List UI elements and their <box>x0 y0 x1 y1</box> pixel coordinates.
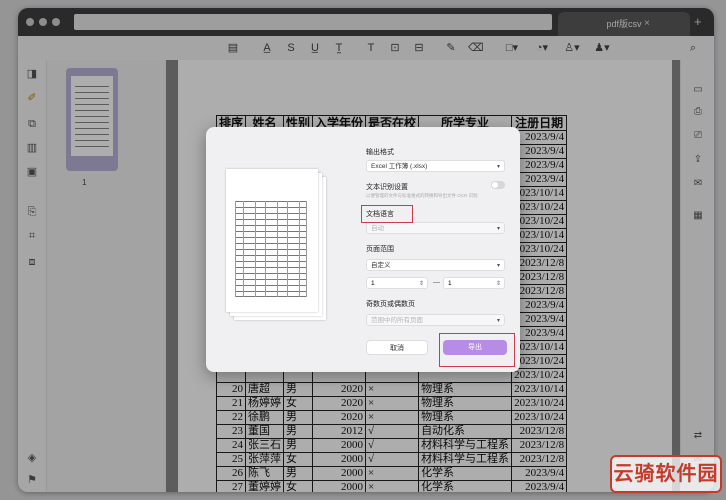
output-format-label: 输出格式 <box>366 149 394 156</box>
range-from-stepper[interactable]: 1 ⇕ <box>366 277 428 289</box>
page-range-select[interactable]: 自定义 ▾ <box>366 259 505 271</box>
document-language-select[interactable]: 自动 ▾ <box>366 222 505 234</box>
odd-even-value: 范围中的所有页面 <box>371 317 423 324</box>
odd-even-select[interactable]: 范围中的所有页面 ▾ <box>366 314 505 326</box>
stepper-arrows-icon[interactable]: ⇕ <box>419 278 424 290</box>
export-preview <box>226 169 326 320</box>
range-separator: — <box>433 279 440 286</box>
odd-even-label: 奇数页或偶数页 <box>366 301 415 308</box>
output-format-select[interactable]: Excel 工作簿 (.xlsx) ▾ <box>366 160 505 172</box>
range-to-value: 1 <box>448 280 452 287</box>
chevron-down-icon: ▾ <box>496 318 500 324</box>
chevron-down-icon: ▾ <box>496 226 500 232</box>
ocr-hint: 以便管理的文件与标准格式的转换和导出文件 OCR 识别 <box>366 193 478 198</box>
stepper-arrows-icon[interactable]: ⇕ <box>496 278 501 290</box>
chevron-down-icon: ▾ <box>496 263 500 269</box>
range-to-stepper[interactable]: 1 ⇕ <box>443 277 505 289</box>
document-language-value: 自动 <box>371 225 384 232</box>
ocr-toggle[interactable] <box>491 181 505 189</box>
ocr-settings-label: 文本识别设置 <box>366 184 408 191</box>
page-range-value: 自定义 <box>371 262 391 269</box>
range-from-value: 1 <box>371 280 375 287</box>
cancel-button[interactable]: 取消 <box>366 340 428 355</box>
export-highlight-box <box>439 333 515 367</box>
page-range-label: 页面范围 <box>366 246 394 253</box>
preview-sheet-front <box>226 169 318 312</box>
preview-table <box>235 201 307 297</box>
watermark-logo: 云骑软件园 <box>610 455 722 493</box>
language-highlight-box <box>361 205 413 223</box>
chevron-down-icon: ▾ <box>496 164 500 170</box>
output-format-value: Excel 工作簿 (.xlsx) <box>371 163 428 170</box>
